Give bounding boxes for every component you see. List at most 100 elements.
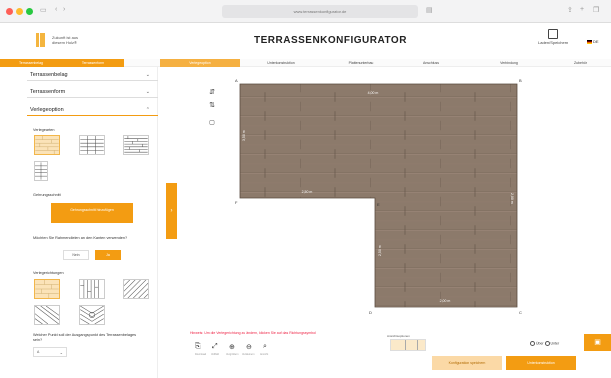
dimension-right: 2,00 m <box>510 193 514 204</box>
page-title: TERRASSENKONFIGURATOR <box>254 35 407 46</box>
calculator-icon: ▣ <box>594 339 601 346</box>
step-anschluss[interactable]: Anschluss <box>400 59 462 67</box>
close-window-icon[interactable] <box>6 8 13 15</box>
download-label: Download <box>195 353 207 356</box>
corner-b: B <box>519 78 522 83</box>
forward-icon[interactable]: › <box>63 6 65 13</box>
load-save-label: Laden/Speichern <box>538 40 569 45</box>
german-flag-icon <box>587 39 592 44</box>
accordion-label: Verlegeoption <box>30 107 64 113</box>
accordion-terrassenbelag[interactable]: Terrassenbelag ⌄ <box>27 69 158 81</box>
radio-over-icon <box>530 341 535 346</box>
maximize-window-icon[interactable] <box>26 8 33 15</box>
step-plattenunterbau[interactable]: Plattenunterbau <box>330 59 392 67</box>
tabs-overview-icon[interactable]: ❐ <box>593 6 599 14</box>
brand-tagline: Zukunft ist aus diesem Holz® <box>52 35 79 45</box>
dimension-step: 2,50 m <box>302 190 313 194</box>
language-label: DE <box>593 39 599 44</box>
direction-diagonal-alt-tile[interactable] <box>34 305 60 325</box>
chevron-down-icon: ⌄ <box>145 72 150 78</box>
sidebar-toggle-icon[interactable]: ▭ <box>40 6 47 14</box>
corner-a: A <box>235 78 238 83</box>
pattern-wild-tile[interactable] <box>123 135 149 155</box>
deck-board-joints <box>240 84 517 307</box>
pattern-block-tile[interactable] <box>34 161 48 181</box>
direction-horizontal-tile[interactable] <box>34 279 60 299</box>
dimension-lower-left: 2,50 m <box>378 245 382 256</box>
chevron-up-icon: ⌃ <box>145 107 150 113</box>
address-bar[interactable]: www.terrassenkonfigurator.de <box>222 5 418 18</box>
share-icon[interactable]: ⇪ <box>567 6 573 14</box>
calculator-button[interactable]: ▣ <box>584 334 611 351</box>
accordion-label: Terrassenform <box>30 89 66 95</box>
verlegearten-label: Verlegearten <box>33 128 55 132</box>
corner-c: C <box>519 310 522 315</box>
zoom-out-icon[interactable]: ⊖ <box>246 343 252 351</box>
pattern-gleich-tile[interactable] <box>79 135 105 155</box>
corner-d: D <box>369 310 372 315</box>
reader-icon[interactable]: ▤ <box>426 6 433 14</box>
direction-chevron-tile[interactable] <box>79 305 105 325</box>
step-terrassenform[interactable]: Terrassenform <box>62 59 124 67</box>
collapse-sidebar-button[interactable]: › <box>166 183 177 239</box>
gehrung-label: Gehrungsschnitt <box>33 193 61 197</box>
startpoint-select[interactable]: A ⌄ <box>33 347 67 357</box>
chevron-down-icon: ⌄ <box>145 89 150 95</box>
step-navigation: Terrassenbelag Terrassenform Verlegeopti… <box>0 59 611 67</box>
corner-e: E <box>377 202 380 207</box>
rahmen-question: Möchten Sie Rahmendielen an den Kanten v… <box>33 236 128 240</box>
view-divider <box>405 340 406 350</box>
language-switch[interactable]: DE <box>587 39 599 44</box>
minimize-window-icon[interactable] <box>16 8 23 15</box>
step-verbindung[interactable]: Verbindung <box>478 59 540 67</box>
fullscreen-icon[interactable]: ⤢ <box>212 343 218 351</box>
app-window: ▭ ‹ › www.terrassenkonfigurator.de ▤ ⇪ +… <box>0 0 611 378</box>
brand-logo[interactable] <box>36 33 45 47</box>
view-label: Ansicht <box>260 353 269 356</box>
dimension-top: 4,00 m <box>368 91 379 95</box>
rahmen-no-button[interactable]: Nein <box>63 250 89 260</box>
view-options-label: Ansichtsoptionen <box>387 334 410 338</box>
zoom-out-label: Verkleinern <box>242 353 255 356</box>
fullscreen-label: Vollbild <box>211 353 219 356</box>
new-tab-icon[interactable]: + <box>580 6 584 13</box>
step-zubehoer[interactable]: Zubehör <box>550 59 611 67</box>
corner-f: F <box>235 200 238 205</box>
step-terrassenbelag[interactable]: Terrassenbelag <box>0 59 62 67</box>
accordion-terrassenform[interactable]: Terrassenform ⌄ <box>27 86 158 98</box>
download-icon[interactable]: ⎘ <box>195 343 201 351</box>
save-configuration-button[interactable]: Konfiguration speichern <box>432 356 502 370</box>
zoom-in-label: Vergrößern <box>226 353 239 356</box>
next-step-button[interactable]: Unterkonstruktion <box>506 356 576 370</box>
chevron-down-icon: ⌄ <box>59 350 63 355</box>
direction-hint: Hinweis: Um die Verlegerichtung zu änder… <box>190 331 316 335</box>
add-gehrung-button[interactable]: Gehrungsschnitt hinzufügen <box>51 203 133 223</box>
browser-chrome: ▭ ‹ › www.terrassenkonfigurator.de ▤ ⇪ +… <box>0 0 611 23</box>
radio-under-icon <box>544 341 550 346</box>
toggle-left-label: Über <box>535 341 544 346</box>
direction-vertical-tile[interactable] <box>79 279 105 299</box>
verlegerichtungen-label: Verlegerichtungen <box>33 271 64 275</box>
startpoint-value: A <box>37 350 40 354</box>
pattern-versetzt-tile[interactable] <box>34 135 60 155</box>
toggle-right-label: Unter <box>550 341 560 346</box>
accordion-verlegeoption[interactable]: Verlegeoption ⌃ <box>27 104 158 116</box>
rahmen-yes-button[interactable]: Ja <box>95 250 121 260</box>
back-icon[interactable]: ‹ <box>55 6 57 13</box>
view-icon[interactable]: ⌕ <box>263 343 267 351</box>
startpoint-question: Welcher Punkt soll der Ausgangspunkt des… <box>33 333 137 342</box>
accordion-label: Terrassenbelag <box>30 72 68 78</box>
step-unterkonstruktion[interactable]: Unterkonstruktion <box>250 59 312 67</box>
chevron-right-icon: › <box>170 208 173 214</box>
dimension-bottom: 2,00 m <box>440 299 451 303</box>
direction-diagonal-tile[interactable] <box>123 279 149 299</box>
view-divider <box>417 340 418 350</box>
step-verlegeoption[interactable]: Verlegeoption <box>160 59 240 67</box>
load-save-button[interactable]: Laden/Speichern <box>538 29 568 45</box>
folder-icon <box>548 29 558 39</box>
view-options-selector[interactable] <box>390 339 426 351</box>
add-gehrung-label: Gehrungsschnitt hinzufügen <box>70 208 114 212</box>
deck-canvas[interactable]: 4,00 m 3,50 m 2,50 m 2,00 m 2,50 m 2,00 … <box>195 78 545 322</box>
zoom-in-icon[interactable]: ⊕ <box>229 343 235 351</box>
above-below-toggle[interactable]: Über Unter <box>530 341 559 346</box>
